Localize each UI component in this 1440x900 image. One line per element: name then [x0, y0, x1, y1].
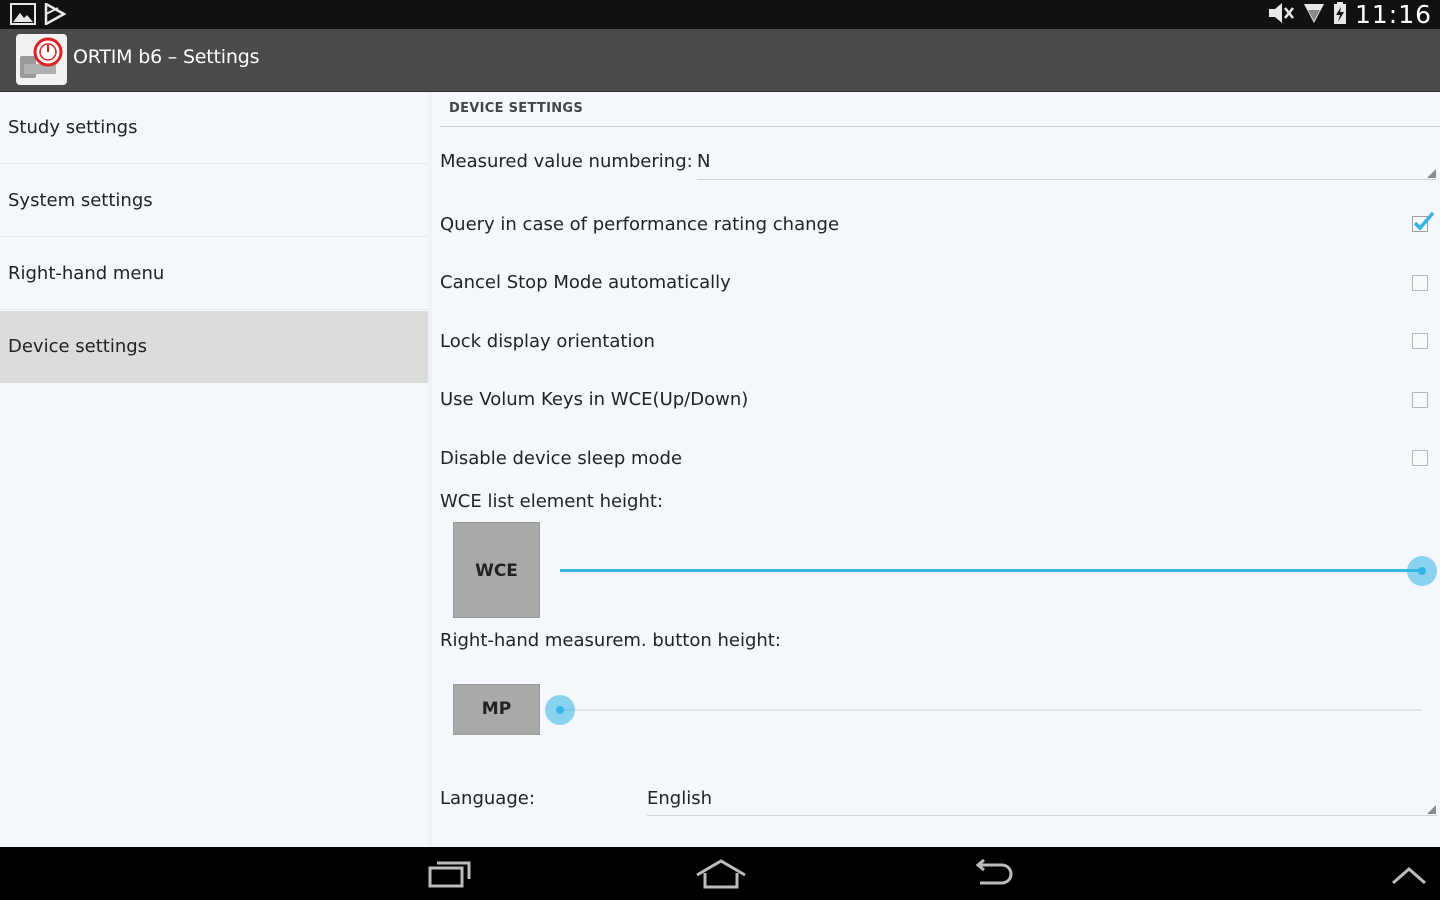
sidebar-item-study-settings[interactable]: Study settings [0, 92, 428, 164]
wce-preview-label: WCE [475, 561, 518, 581]
wce-preview-box: WCE [453, 522, 540, 618]
spinner-arrow-icon [1427, 805, 1436, 814]
query-performance-rating-checkbox[interactable] [1412, 211, 1435, 232]
language-label: Language: [440, 788, 535, 809]
disable-sleep-mode-checkbox[interactable] [1412, 450, 1428, 466]
checkbox-label: Cancel Stop Mode automatically [440, 272, 731, 293]
sidebar-item-right-hand-menu[interactable]: Right-hand menu [0, 238, 428, 310]
slider-track [560, 709, 1422, 711]
language-value: English [647, 788, 712, 809]
back-icon[interactable] [972, 858, 1014, 893]
checkbox-label: Disable device sleep mode [440, 448, 683, 469]
mp-height-slider[interactable] [545, 695, 1422, 725]
spinner-arrow-icon [1427, 169, 1436, 178]
picture-icon [10, 3, 36, 29]
home-icon[interactable] [695, 859, 747, 893]
checkmark-icon [1413, 211, 1435, 231]
sidebar-item-label: Right-hand menu [8, 263, 165, 284]
measured-value-numbering-value: N [697, 151, 711, 172]
cancel-stop-mode-checkbox[interactable] [1412, 275, 1428, 291]
collapse-icon[interactable] [1391, 865, 1427, 889]
system-nav-bar [0, 847, 1440, 900]
slider-thumb[interactable] [1407, 556, 1437, 586]
play-store-icon [44, 1, 67, 29]
wce-height-label: WCE list element height: [440, 491, 664, 512]
battery-charging-icon [1333, 1, 1347, 29]
sidebar-item-label: Study settings [8, 117, 138, 138]
lock-display-orientation-checkbox[interactable] [1412, 333, 1428, 349]
status-bar: 11:16 [0, 0, 1440, 29]
ortim-app-icon[interactable] [16, 34, 67, 85]
mp-height-label: Right-hand measurem. button height: [440, 630, 781, 651]
mp-preview-label: MP [481, 699, 512, 719]
page-title: ORTIM b6 – Settings [73, 46, 260, 68]
section-divider [440, 126, 1440, 127]
recent-apps-icon[interactable] [427, 859, 473, 893]
clock: 11:16 [1354, 0, 1432, 29]
sidebar-item-label: System settings [8, 190, 153, 211]
sidebar-item-label: Device settings [8, 336, 148, 357]
mute-icon [1267, 1, 1295, 29]
sidebar-item-system-settings[interactable]: System settings [0, 165, 428, 237]
checkbox-label: Query in case of performance rating chan… [440, 214, 840, 235]
spinner-underline [647, 815, 1437, 816]
wifi-icon [1303, 1, 1325, 29]
settings-sidebar: Study settings System settings Right-han… [0, 92, 428, 847]
checkbox-label: Lock display orientation [440, 331, 655, 352]
section-header: DEVICE SETTINGS [449, 101, 584, 116]
spinner-underline [697, 179, 1437, 180]
checkbox-label: Use Volum Keys in WCE(Up/Down) [440, 389, 749, 410]
pane-divider [428, 92, 432, 847]
volume-keys-wce-checkbox[interactable] [1412, 392, 1428, 408]
wce-height-slider[interactable] [560, 556, 1437, 586]
sidebar-item-device-settings[interactable]: Device settings [0, 311, 428, 383]
measured-value-numbering-label: Measured value numbering: [440, 151, 693, 172]
slider-fill [560, 569, 1422, 572]
slider-thumb[interactable] [545, 695, 575, 725]
action-bar: ORTIM b6 – Settings [0, 29, 1440, 92]
mp-preview-box: MP [453, 684, 540, 735]
